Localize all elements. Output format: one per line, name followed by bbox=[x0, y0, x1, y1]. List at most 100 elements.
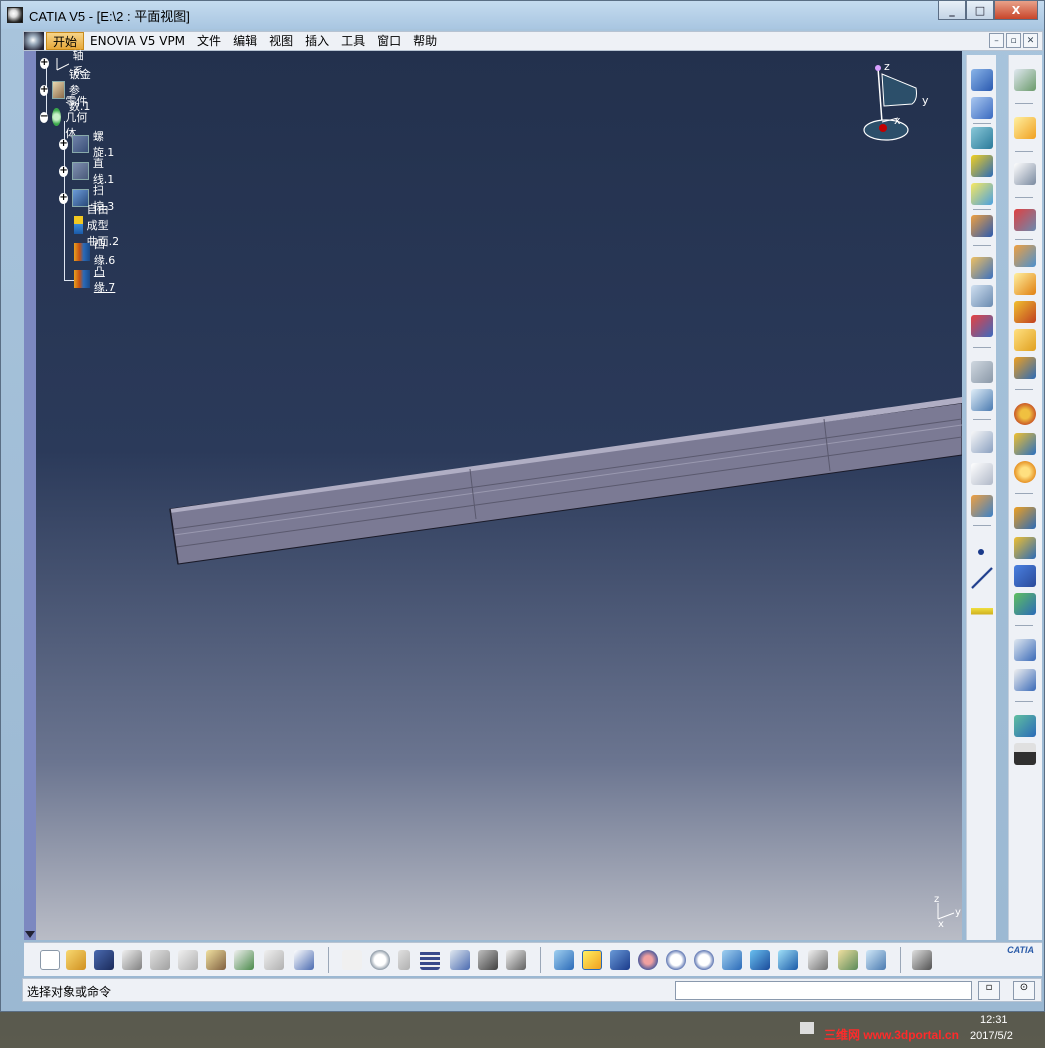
hem-icon[interactable] bbox=[971, 183, 993, 205]
whats-this-icon[interactable] bbox=[294, 950, 314, 970]
line-tool-icon[interactable] bbox=[971, 567, 993, 589]
expand-icon[interactable]: + bbox=[40, 57, 49, 69]
mdi-close-button[interactable]: ✕ bbox=[1023, 33, 1038, 48]
extrusion-icon[interactable] bbox=[971, 97, 993, 119]
curve-stamp-icon[interactable] bbox=[1014, 565, 1036, 587]
close-button[interactable]: X bbox=[994, 1, 1038, 20]
expand-icon[interactable]: + bbox=[40, 84, 49, 96]
stamp-icon[interactable] bbox=[1014, 461, 1036, 483]
fit-all-icon[interactable] bbox=[582, 950, 602, 970]
open-icon[interactable] bbox=[66, 950, 86, 970]
menu-insert[interactable]: 插入 bbox=[299, 32, 335, 50]
wall-icon[interactable] bbox=[971, 69, 993, 91]
bead-icon[interactable] bbox=[1014, 537, 1036, 559]
dxf-export-icon[interactable] bbox=[1014, 743, 1036, 765]
menu-tools[interactable]: 工具 bbox=[335, 32, 371, 50]
corner-relief-icon[interactable] bbox=[971, 361, 993, 383]
sheetmetal-params-tool-icon[interactable] bbox=[1014, 69, 1036, 91]
multi-view-icon[interactable] bbox=[750, 950, 770, 970]
catia-menu-logo-icon[interactable] bbox=[24, 32, 44, 50]
save-as-dxf-icon[interactable] bbox=[1014, 715, 1036, 737]
expand-icon[interactable]: + bbox=[59, 165, 69, 177]
command-input[interactable] bbox=[675, 981, 972, 1000]
keyboard-icon[interactable] bbox=[800, 1022, 814, 1034]
hide-show-icon[interactable] bbox=[838, 950, 858, 970]
product-tree-icon[interactable] bbox=[450, 950, 470, 970]
bend-icon[interactable] bbox=[971, 315, 993, 337]
lock-icon[interactable] bbox=[478, 950, 498, 970]
cutout-icon[interactable] bbox=[971, 215, 993, 237]
redo-icon[interactable] bbox=[264, 950, 284, 970]
table-icon[interactable] bbox=[420, 950, 440, 970]
menu-enovia[interactable]: ENOVIA V5 VPM bbox=[84, 32, 191, 50]
catalog-browser-icon[interactable] bbox=[912, 950, 932, 970]
menu-window[interactable]: 窗口 bbox=[371, 32, 407, 50]
menu-help[interactable]: 帮助 bbox=[407, 32, 443, 50]
annotation-text-icon[interactable] bbox=[971, 431, 993, 453]
select-arrow-icon[interactable] bbox=[1014, 117, 1036, 139]
minimize-button[interactable]: _ bbox=[938, 1, 966, 20]
tree-node-part-body[interactable]: − 零件几何体 bbox=[40, 95, 90, 140]
tree-node-helix[interactable]: + 螺旋.1 bbox=[59, 130, 120, 159]
expand-icon[interactable]: + bbox=[59, 192, 69, 204]
measure-icon[interactable] bbox=[971, 495, 993, 517]
fly-mode-icon[interactable] bbox=[554, 950, 574, 970]
wall-on-edge-icon[interactable] bbox=[1014, 273, 1036, 295]
compass-icon[interactable]: z y x bbox=[862, 60, 952, 150]
tree-node-line[interactable]: + 直线.1 bbox=[59, 157, 120, 186]
mirror-icon[interactable] bbox=[971, 389, 993, 411]
view-mode-icon[interactable] bbox=[808, 950, 828, 970]
plane-icon[interactable] bbox=[971, 599, 993, 621]
tree-scrollbar[interactable] bbox=[24, 51, 36, 940]
fold-icon[interactable] bbox=[971, 257, 993, 279]
expand-icon[interactable]: + bbox=[59, 138, 69, 150]
flag-note-icon[interactable] bbox=[971, 463, 993, 485]
point-icon[interactable] bbox=[978, 549, 984, 555]
surface-stamp-icon[interactable] bbox=[1014, 507, 1036, 529]
undo-icon[interactable] bbox=[234, 950, 254, 970]
point-to-point-icon[interactable] bbox=[971, 285, 993, 307]
mdi-minimize-button[interactable]: – bbox=[989, 33, 1004, 48]
knowledge-advisor-icon[interactable] bbox=[370, 950, 390, 970]
zoom-in-icon[interactable] bbox=[666, 950, 686, 970]
formula-icon[interactable] bbox=[342, 950, 362, 970]
save-icon[interactable] bbox=[94, 950, 114, 970]
swept-wall-tool-icon[interactable] bbox=[971, 127, 993, 149]
print-icon[interactable] bbox=[122, 950, 142, 970]
command-toggle-button[interactable]: ▫ bbox=[978, 981, 1000, 1000]
flange-tool-icon[interactable] bbox=[971, 155, 993, 177]
menu-edit[interactable]: 编辑 bbox=[227, 32, 263, 50]
tree-node-flange-7[interactable]: 凸缘.7 bbox=[74, 265, 120, 294]
new-icon[interactable] bbox=[40, 950, 60, 970]
hopper-icon[interactable] bbox=[1014, 433, 1036, 455]
bend-from-flat-icon[interactable] bbox=[1014, 403, 1036, 425]
rotate-icon[interactable] bbox=[638, 950, 658, 970]
recognize-icon[interactable] bbox=[1014, 245, 1036, 267]
pan-icon[interactable] bbox=[610, 950, 630, 970]
flange-tool-2-icon[interactable] bbox=[1014, 357, 1036, 379]
part-geometry[interactable] bbox=[24, 51, 962, 940]
maximize-button[interactable]: □ bbox=[966, 1, 994, 20]
mdi-restore-button[interactable]: ▫ bbox=[1006, 33, 1021, 48]
cut-icon[interactable] bbox=[150, 950, 170, 970]
menu-view[interactable]: 视图 bbox=[263, 32, 299, 50]
collapse-icon[interactable]: − bbox=[40, 111, 49, 123]
rolled-wall-icon[interactable] bbox=[1014, 301, 1036, 323]
rectangular-pattern-icon[interactable] bbox=[1014, 639, 1036, 661]
paste-icon[interactable] bbox=[206, 950, 226, 970]
command-search-button[interactable]: ⊙ bbox=[1013, 981, 1035, 1000]
flanged-cutout-icon[interactable] bbox=[1014, 593, 1036, 615]
unfold-icon[interactable] bbox=[1014, 209, 1036, 231]
zoom-out-icon[interactable] bbox=[694, 950, 714, 970]
normal-view-icon[interactable] bbox=[722, 950, 742, 970]
copy-icon[interactable] bbox=[178, 950, 198, 970]
tree-node-flange-6[interactable]: 凸缘.6 bbox=[74, 238, 120, 267]
parameters-icon[interactable] bbox=[506, 950, 526, 970]
sketcher-icon[interactable] bbox=[1014, 163, 1036, 185]
tear-drop-icon[interactable] bbox=[1014, 329, 1036, 351]
scroll-down-arrow-icon[interactable] bbox=[25, 931, 35, 938]
tree-node-swept-wall[interactable]: 自由成型曲面.2 bbox=[74, 203, 120, 248]
3d-viewport[interactable]: z y x z y x bbox=[24, 51, 962, 940]
menu-file[interactable]: 文件 bbox=[191, 32, 227, 50]
swap-visible-space-icon[interactable] bbox=[866, 950, 886, 970]
